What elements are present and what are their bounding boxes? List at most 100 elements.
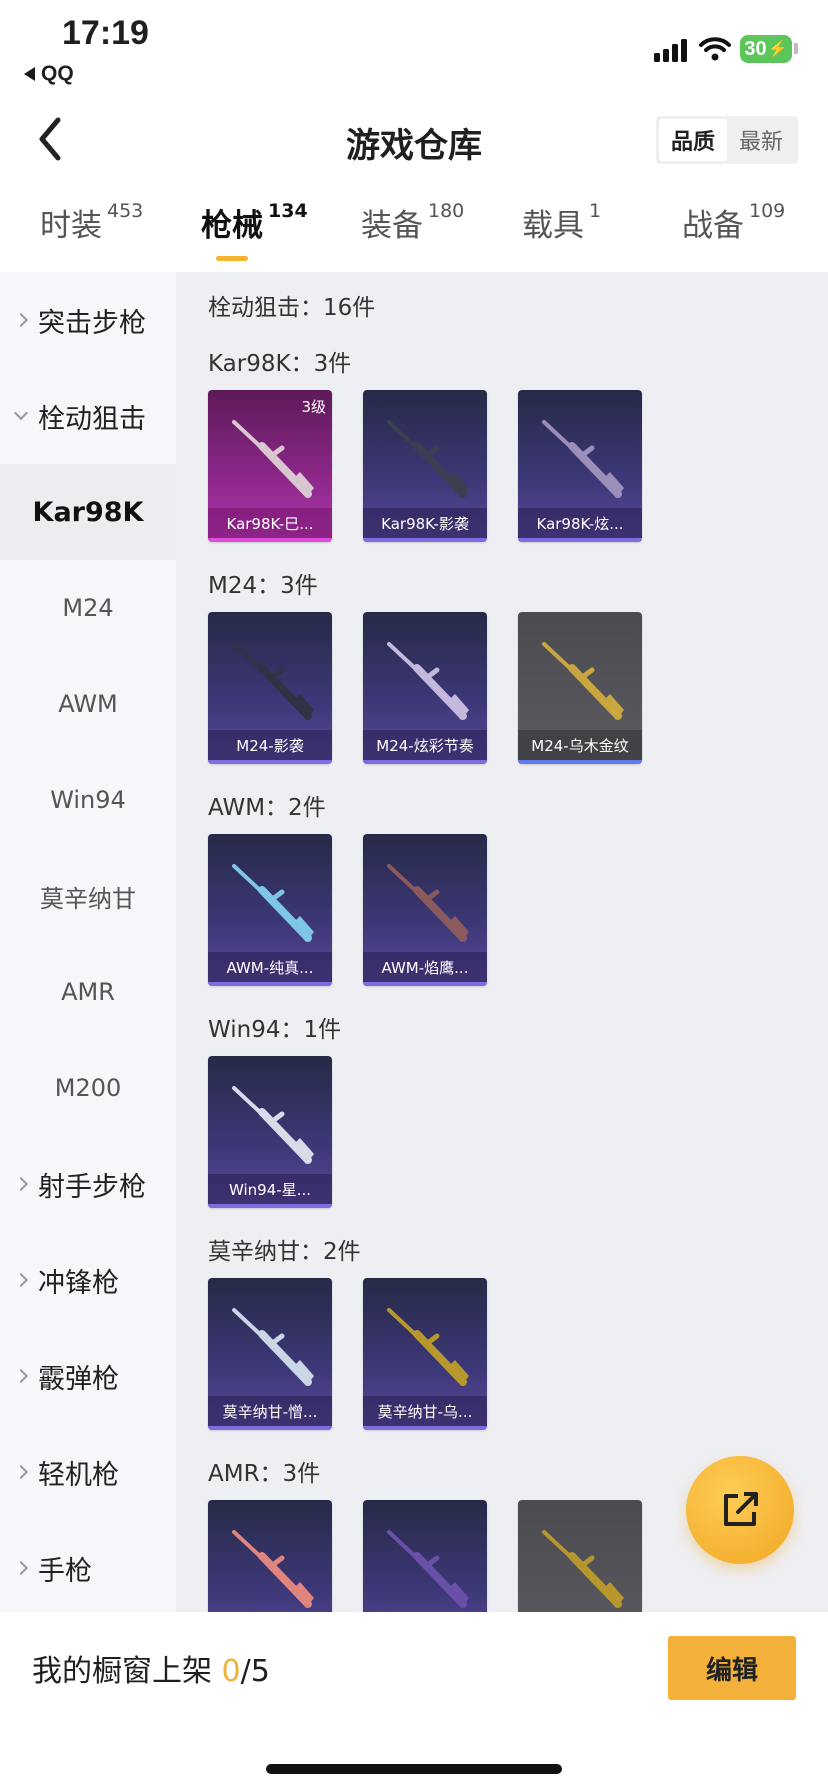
rifle-icon [232, 864, 314, 942]
showcase-label: 我的橱窗上架 [32, 1654, 212, 1689]
rifle-icon [232, 420, 314, 498]
weapon-list: 栓动狙击：16件 Kar98K：3件 Kar98K-巳... 3级 Kar98K-影袭… [176, 272, 828, 1612]
rarity-bar [208, 760, 332, 764]
weapon-skin-card[interactable]: AMR-暗夜... [363, 1500, 487, 1612]
weapon-skin-card[interactable]: M24-乌木金纹 [518, 612, 642, 764]
wifi-icon [699, 37, 731, 61]
weapon-skin-card[interactable]: Kar98K-巳... 3级 [208, 390, 332, 542]
chevron-right-icon [13, 1272, 29, 1288]
tab-label: 时装 [40, 208, 102, 244]
tab-vehicles[interactable]: 载具 1 [522, 200, 601, 245]
weapon-skin-card[interactable]: AWM-纯真... [208, 834, 332, 986]
tab-count: 134 [268, 200, 308, 222]
category-tabs: 时装 453 枪械 134 装备 180 载具 1 战备 109 [0, 200, 828, 270]
sidebar-item-lmg[interactable]: 轻机枪 [0, 1424, 176, 1520]
sidebar-item-label: AMR [61, 978, 115, 1006]
tab-count: 180 [428, 200, 465, 222]
rarity-bar [518, 760, 642, 764]
rifle-icon [387, 1308, 469, 1386]
sidebar-item-bolt-sniper[interactable]: 栓动狙击 [0, 368, 176, 464]
sidebar-item-amr[interactable]: AMR [0, 944, 176, 1040]
skin-level-badge: 3级 [301, 398, 326, 416]
weapon-skin-card[interactable]: 莫辛纳甘-憎... [208, 1278, 332, 1430]
tab-label: 载具 [522, 208, 584, 244]
tab-label: 枪械 [201, 208, 263, 244]
external-link-icon [724, 1492, 758, 1526]
sidebar-item-assault-rifle[interactable]: 突击步枪 [0, 272, 176, 368]
rarity-bar [208, 1426, 332, 1430]
sidebar-item-pistol[interactable]: 手枪 [0, 1520, 176, 1616]
sidebar-item-win94[interactable]: Win94 [0, 752, 176, 848]
weapon-skin-name: 莫辛纳甘-乌... [363, 1396, 487, 1426]
rifle-icon [387, 864, 469, 942]
weapon-skin-card[interactable]: AWM-焰鹰... [363, 834, 487, 986]
cellular-signal-icon [654, 39, 687, 62]
edit-button[interactable]: 编辑 [668, 1636, 796, 1700]
home-indicator[interactable] [266, 1764, 562, 1774]
sidebar-item-awm[interactable]: AWM [0, 656, 176, 752]
rifle-icon [232, 1530, 314, 1608]
tab-guns[interactable]: 枪械 134 [201, 200, 308, 245]
weapon-skin-name: M24-炫彩节奏 [363, 730, 487, 760]
weapon-skin-card[interactable]: M24-影袭 [208, 612, 332, 764]
active-tab-indicator [216, 256, 248, 261]
sort-newest-option[interactable]: 最新 [727, 119, 795, 161]
weapon-skin-name: Kar98K-炫... [518, 508, 642, 538]
showcase-current-count: 0 [221, 1654, 241, 1689]
back-app-label: QQ [41, 62, 74, 85]
sidebar-item-shotgun[interactable]: 霰弹枪 [0, 1328, 176, 1424]
weapon-skin-name: Kar98K-影袭 [363, 508, 487, 538]
weapon-skin-name: M24-影袭 [208, 730, 332, 760]
weapon-skin-card[interactable]: Win94-星... [208, 1056, 332, 1208]
weapon-skin-name: AWM-纯真... [208, 952, 332, 982]
sidebar-item-label: AWM [58, 690, 118, 718]
sidebar-item-mosin[interactable]: 莫辛纳甘 [0, 848, 176, 944]
battery-charging-icon: 30 ⚡ [740, 35, 792, 63]
rifle-icon [387, 420, 469, 498]
weapon-skin-card[interactable]: 莫辛纳甘-乌... [363, 1278, 487, 1430]
tab-equipment[interactable]: 装备 180 [361, 200, 464, 245]
sidebar-item-label: 突击步枪 [38, 307, 146, 339]
share-button[interactable] [686, 1456, 794, 1564]
weapon-skin-card[interactable]: AMR-乌木... [518, 1500, 642, 1612]
sidebar-item-label: 莫辛纳甘 [40, 884, 136, 913]
sidebar-item-label: 手枪 [38, 1555, 92, 1587]
section-title: AMR：3件 [208, 1461, 321, 1487]
chevron-right-icon [13, 1176, 29, 1192]
sidebar-item-m200[interactable]: M200 [0, 1040, 176, 1136]
sidebar-item-kar98k[interactable]: Kar98K [0, 464, 176, 560]
rarity-bar [363, 982, 487, 986]
rifle-icon [232, 1308, 314, 1386]
sort-quality-option[interactable]: 品质 [659, 119, 727, 161]
showcase-total-count: /5 [240, 1654, 270, 1689]
rarity-bar [363, 1426, 487, 1430]
tab-fashion[interactable]: 时装 453 [40, 200, 143, 245]
weapon-skin-card[interactable]: AMR-妙红... [208, 1500, 332, 1612]
sidebar-item-m24[interactable]: M24 [0, 560, 176, 656]
sidebar-item-marksman-rifle[interactable]: 射手步枪 [0, 1136, 176, 1232]
sidebar-item-label: 轻机枪 [38, 1459, 119, 1491]
tab-count: 453 [107, 200, 144, 222]
weapon-skin-card[interactable]: Kar98K-炫... [518, 390, 642, 542]
weapon-skin-card[interactable]: M24-炫彩节奏 [363, 612, 487, 764]
rarity-bar [363, 760, 487, 764]
section-title: AWM：2件 [208, 795, 326, 821]
chevron-right-icon [13, 312, 29, 328]
tab-label: 装备 [361, 208, 423, 244]
sidebar-item-smg[interactable]: 冲锋枪 [0, 1232, 176, 1328]
category-total-title: 栓动狙击：16件 [208, 295, 376, 321]
rarity-bar [208, 982, 332, 986]
back-to-app-link[interactable]: QQ [24, 62, 74, 86]
weapon-skin-card[interactable]: Kar98K-影袭 [363, 390, 487, 542]
sidebar-item-label: 冲锋枪 [38, 1267, 119, 1299]
rarity-bar [518, 538, 642, 542]
section-title: Win94：1件 [208, 1017, 342, 1043]
weapon-skin-name: AWM-焰鹰... [363, 952, 487, 982]
tab-supplies[interactable]: 战备 109 [682, 200, 785, 245]
weapon-skin-name: Win94-星... [208, 1174, 332, 1204]
tab-label: 战备 [682, 208, 744, 244]
sidebar-item-label: M200 [54, 1074, 122, 1102]
sort-toggle[interactable]: 品质 最新 [656, 116, 798, 164]
rifle-icon [232, 642, 314, 720]
rifle-icon [232, 1086, 314, 1164]
